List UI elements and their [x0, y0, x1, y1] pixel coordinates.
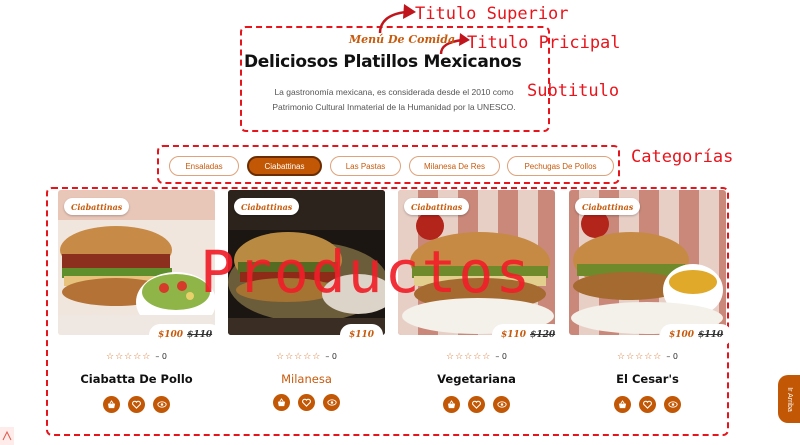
product-name[interactable]: Ciabatta De Pollo: [58, 372, 215, 386]
scroll-to-top-label: Ir Arriba: [785, 386, 793, 412]
old-price: $120: [530, 330, 556, 340]
product-name[interactable]: Vegetariana: [398, 372, 555, 386]
current-price: $100: [669, 330, 695, 340]
label-titulo-superior: Titulo Superior: [415, 4, 569, 24]
label-titulo-principal: Titulo Pricipal: [467, 33, 621, 53]
eye-icon[interactable]: [153, 396, 170, 413]
rating-count: – 0: [155, 352, 167, 361]
section-sup-title: Menú De Comida: [349, 33, 456, 46]
section-subtitle: La gastronomía mexicana, es considerada …: [272, 87, 516, 112]
product-image[interactable]: Ciabattinas: [58, 190, 215, 335]
label-subtitulo: Subtitulo: [527, 81, 620, 101]
category-tab-las-pastas[interactable]: Las Pastas: [330, 156, 401, 176]
old-price: $110: [698, 330, 724, 340]
product-actions: [398, 396, 555, 413]
product-image[interactable]: Ciabattinas: [569, 190, 726, 335]
heart-icon[interactable]: [298, 394, 315, 411]
price-tag: $110 $120: [492, 324, 565, 346]
star-rating: ☆☆☆☆☆ – 0: [446, 352, 507, 362]
recaptcha-icon: [0, 427, 14, 445]
price-tag: $100 $110: [149, 324, 222, 346]
product-actions: [58, 396, 215, 413]
eye-icon[interactable]: [493, 396, 510, 413]
star-rating: ☆☆☆☆☆ – 0: [617, 352, 678, 362]
heart-icon[interactable]: [639, 396, 656, 413]
product-name[interactable]: El Cesar's: [569, 372, 726, 386]
product-actions: [569, 396, 726, 413]
heart-icon[interactable]: [128, 396, 145, 413]
add-to-cart-icon[interactable]: [273, 394, 290, 411]
product-name[interactable]: Milanesa: [228, 372, 385, 386]
heart-icon[interactable]: [468, 396, 485, 413]
scroll-to-top-button[interactable]: Ir Arriba: [778, 375, 800, 423]
arrow-icon: [378, 4, 416, 34]
current-price: $100: [158, 330, 184, 340]
category-tab-milanesa-de-res[interactable]: Milanesa De Res: [409, 156, 500, 176]
star-rating: ☆☆☆☆☆ – 0: [276, 352, 337, 362]
rating-count: – 0: [325, 352, 337, 361]
add-to-cart-icon[interactable]: [443, 396, 460, 413]
category-tab-ciabattinas[interactable]: Ciabattinas: [247, 156, 322, 176]
current-price: $110: [349, 330, 375, 340]
current-price: $110: [501, 330, 527, 340]
category-badge: Ciabattinas: [404, 198, 470, 215]
rating-count: – 0: [495, 352, 507, 361]
label-productos: Productos: [200, 238, 533, 306]
eye-icon[interactable]: [323, 394, 340, 411]
category-badge: Ciabattinas: [575, 198, 641, 215]
product-actions: [228, 394, 385, 411]
add-to-cart-icon[interactable]: [614, 396, 631, 413]
price-tag: $100 $110: [660, 324, 733, 346]
page-title: Deliciosos Platillos Mexicanos: [244, 52, 522, 72]
category-tab-pechugas-de-pollos[interactable]: Pechugas De Pollos: [507, 156, 614, 176]
old-price: $110: [187, 330, 213, 340]
product-card[interactable]: Ciabattinas $100 $110 ☆☆☆☆☆ – 0 El Cesar'…: [569, 190, 733, 420]
eye-icon[interactable]: [664, 396, 681, 413]
add-to-cart-icon[interactable]: [103, 396, 120, 413]
category-tab-ensaladas[interactable]: Ensaladas: [169, 156, 239, 176]
category-badge: Ciabattinas: [64, 198, 130, 215]
rating-count: – 0: [666, 352, 678, 361]
label-categorias: Categorías: [631, 147, 734, 167]
star-rating: ☆☆☆☆☆ – 0: [106, 352, 167, 362]
category-badge: Ciabattinas: [234, 198, 300, 215]
price-tag: $110: [340, 324, 384, 346]
product-card[interactable]: Ciabattinas $100 $110 ☆☆☆☆☆ – 0 Ciabatta …: [58, 190, 222, 420]
